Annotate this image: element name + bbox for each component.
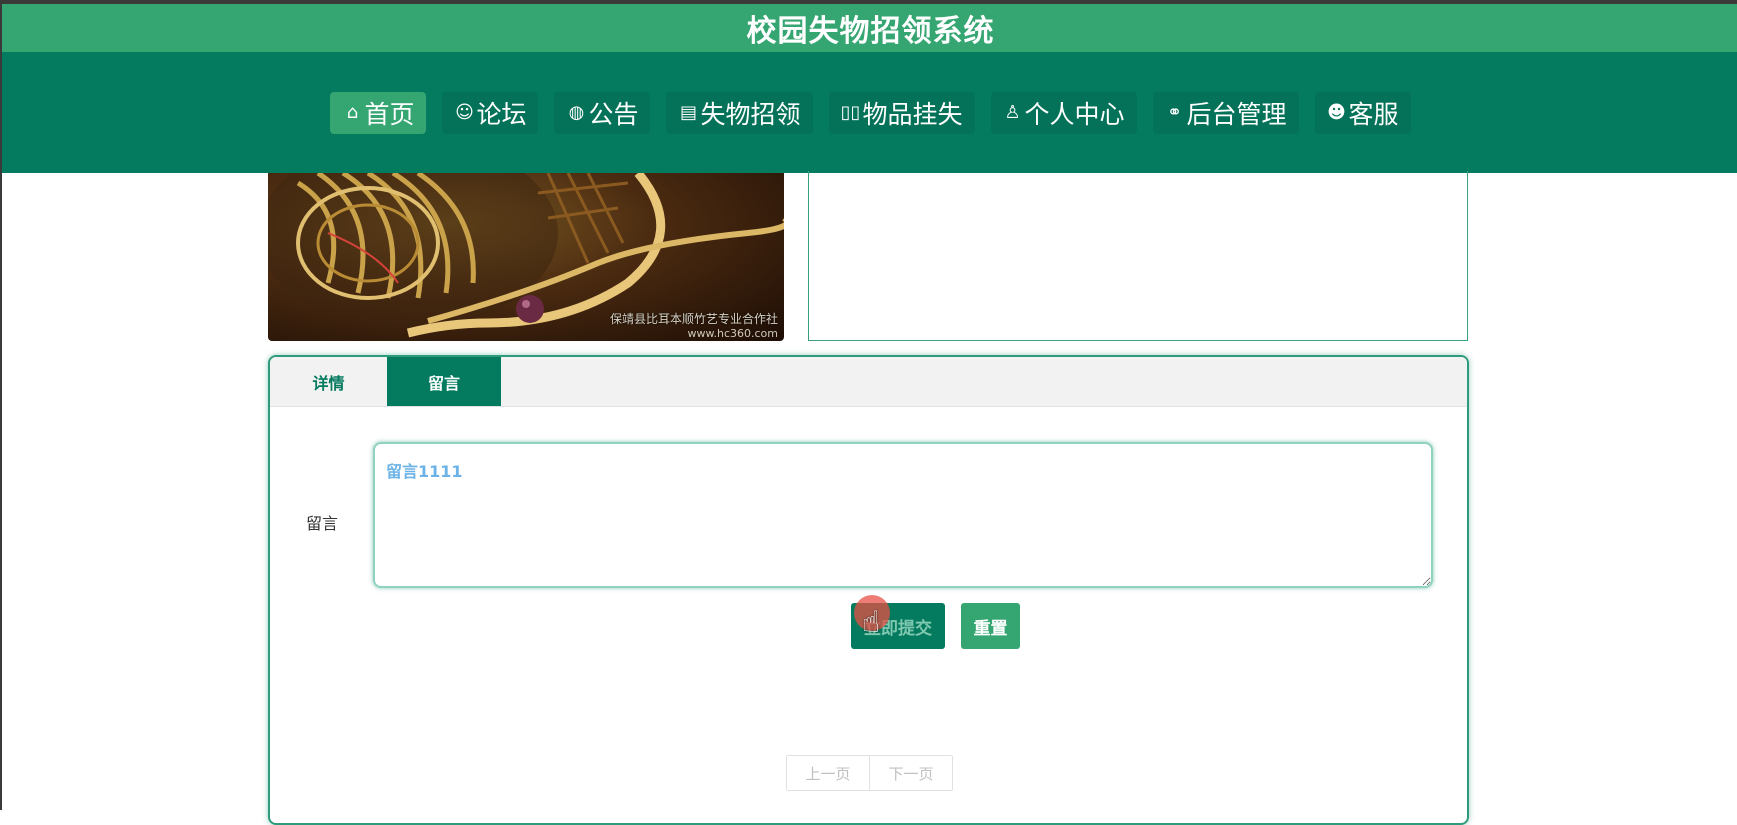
clipboard-icon: ▤ [679, 102, 697, 123]
nav-item-home[interactable]: ⌂ 首页 [330, 91, 427, 134]
prev-page-button[interactable]: 上一页 [787, 756, 869, 790]
nav-label: 个人中心 [1024, 99, 1125, 129]
nav-item-forum[interactable]: ☺ 论坛 [442, 91, 539, 134]
site-title-bar: 校园失物招领系统 [2, 4, 1737, 52]
photo-watermark-url: www.hc360.com [687, 327, 778, 340]
pagination: 上一页 下一页 [786, 755, 953, 791]
nav-item-report-lost[interactable]: ▯▯ 物品挂失 [828, 91, 975, 134]
nav-label: 后台管理 [1186, 99, 1287, 129]
photo-watermark: 保靖县比耳本顺竹艺专业合作社 [609, 312, 778, 326]
forum-icon: ☺ [455, 102, 474, 123]
hand-cursor-icon: ☝ [862, 605, 881, 640]
nav-label: 论坛 [476, 99, 527, 129]
nav-label: 物品挂失 [862, 99, 963, 129]
nav-item-profile[interactable]: ♙ 个人中心 [990, 91, 1137, 134]
nav-label: 首页 [364, 99, 415, 129]
item-info-box [808, 171, 1468, 341]
site-title: 校园失物招领系统 [746, 14, 995, 49]
comment-label: 留言 [306, 514, 339, 533]
detail-content: 保靖县比耳本顺竹艺专业合作社 www.hc360.com 详情 留言 留言 留言… [2, 171, 1737, 825]
tab-bar: 详情 留言 [270, 357, 1467, 407]
globe-icon: ◍ [568, 102, 585, 123]
next-page-button[interactable]: 下一页 [869, 756, 952, 790]
tab-comments[interactable]: 留言 [387, 357, 501, 406]
reset-button[interactable]: 重置 [961, 603, 1020, 649]
nav-item-admin[interactable]: ⚭ 后台管理 [1152, 91, 1299, 134]
nav-item-announcement[interactable]: ◍ 公告 [554, 91, 651, 134]
report-icon: ▯▯ [840, 102, 861, 123]
nav-item-lost-found[interactable]: ▤ 失物招领 [666, 91, 813, 134]
nav-label: 客服 [1348, 99, 1399, 129]
nav-label: 公告 [588, 99, 639, 129]
nav-item-support[interactable]: ☻ 客服 [1314, 91, 1411, 134]
main-nav: ⌂ 首页 ☺ 论坛 ◍ 公告 ▤ 失物招领 ▯▯ 物品挂失 ♙ 个人中心 ⚭ 后… [2, 52, 1737, 173]
home-icon: ⌂ [346, 102, 359, 123]
nav-label: 失物招领 [700, 99, 801, 129]
link-icon: ⚭ [1166, 102, 1183, 123]
item-photo: 保靖县比耳本顺竹艺专业合作社 www.hc360.com [268, 173, 784, 341]
user-icon: ♙ [1004, 102, 1021, 123]
comment-textarea[interactable]: 留言1111 [373, 442, 1433, 588]
nav-list: ⌂ 首页 ☺ 论坛 ◍ 公告 ▤ 失物招领 ▯▯ 物品挂失 ♙ 个人中心 ⚭ 后… [330, 91, 1411, 134]
tabs-panel: 详情 留言 留言 留言1111 立即提交 重置 ☝ 上一页 下一页 [268, 355, 1469, 825]
tab-details[interactable]: 详情 [270, 357, 387, 406]
chat-icon: ☻ [1327, 102, 1346, 123]
